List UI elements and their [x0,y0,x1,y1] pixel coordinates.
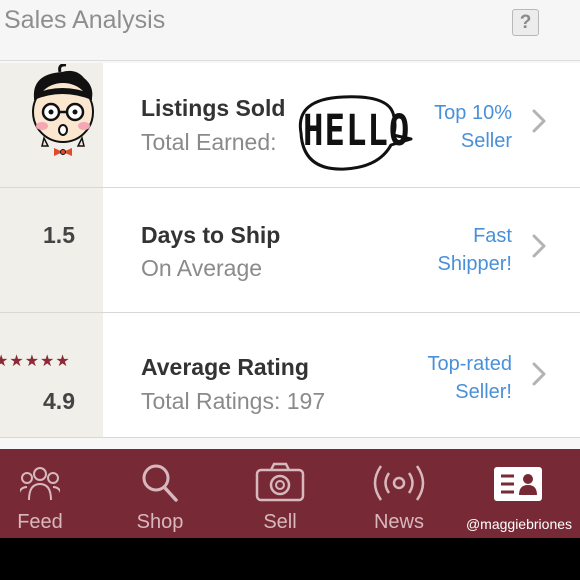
badge-line-1: Top 10% [434,102,512,124]
row-title: Average Rating [141,354,309,380]
stat-value: 1.5 [43,222,75,248]
people-icon [20,467,60,501]
bubble-text: HELLO [303,106,411,156]
row-subtitle: Total Ratings: 197 [141,388,326,414]
row-subtitle: Total Earned: [141,129,277,155]
tab-shop[interactable]: Shop [102,449,218,538]
chevron-right-icon [532,234,546,258]
shipper-badge: Fast Shipper! [438,222,513,278]
badge-line-2: Seller [460,130,512,152]
star-rating: ★★★★★ [0,353,71,370]
broadcast-icon [373,465,425,501]
stat-value-panel: ★★★★★ 4.9 [0,313,103,437]
chevron-right-icon [532,109,546,133]
tab-label: Feed [17,511,63,533]
tab-news[interactable]: News [341,449,457,538]
hello-speech-bubble-sticker: HELLO [293,93,417,175]
tab-feed[interactable]: Feed [0,449,98,538]
chevron-right-icon [532,362,546,386]
search-icon [142,464,178,502]
row-subtitle: On Average [141,255,263,281]
tab-sell[interactable]: Sell [222,449,338,538]
app-screen: Sales Analysis ? Listings Sold Total Ear… [0,0,580,538]
header: Sales Analysis ? [0,0,580,61]
page-title: Sales Analysis [4,6,166,34]
row-title: Days to Ship [141,222,281,248]
stat-row-days-to-ship[interactable]: 1.5 Days to Ship On Average Fast Shipper… [0,188,580,313]
tab-label: @maggiebriones [465,516,573,532]
tab-label: News [373,511,424,533]
stat-value: 4.9 [43,388,75,414]
badge-line-2: Seller! [455,381,512,403]
rating-badge: Top-rated Seller! [428,350,513,406]
stat-value-panel: 1.5 [0,188,103,312]
row-title: Listings Sold [141,95,286,121]
help-button[interactable]: ? [512,9,539,36]
stat-row-average-rating[interactable]: ★★★★★ 4.9 Average Rating Total Ratings: … [0,313,580,438]
badge-line-1: Top-rated [427,353,513,375]
tab-label: Sell [263,511,297,533]
camera-icon [255,462,305,502]
badge-line-2: Shipper! [437,253,513,275]
profile-card-icon [494,467,542,501]
seller-badge: Top 10% Seller [434,99,512,155]
tab-label: Shop [136,511,184,533]
tab-profile[interactable]: @maggiebriones [461,449,577,538]
cartoon-face-sticker [32,64,94,156]
bottom-tab-bar: Feed Shop Sell News @maggiebriones [0,449,580,538]
badge-line-1: Fast [473,225,512,247]
